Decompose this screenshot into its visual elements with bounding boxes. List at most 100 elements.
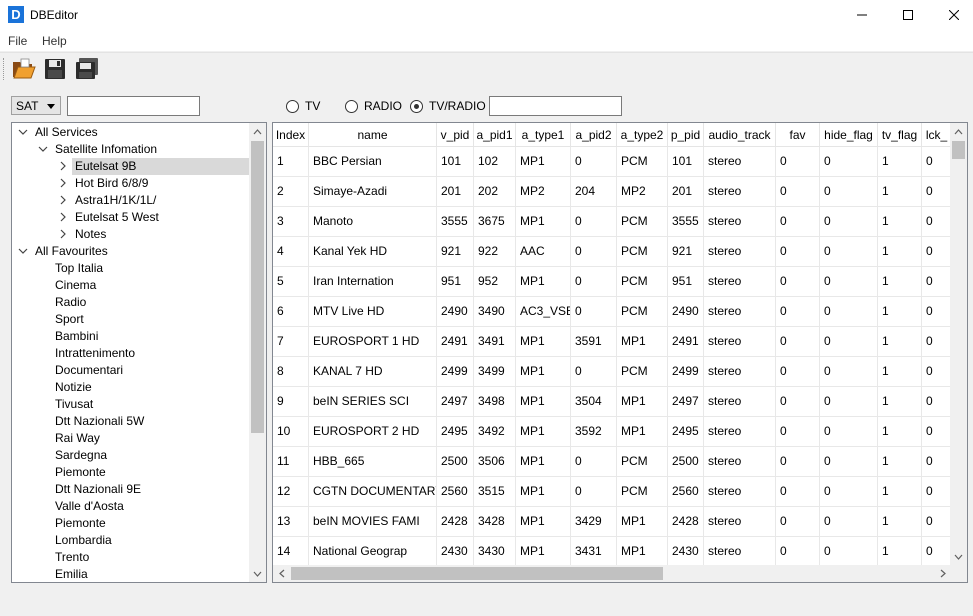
table-cell[interactable]: 0 [820,177,878,207]
table-cell[interactable]: 0 [922,357,952,387]
scroll-left-arrow[interactable] [273,565,290,582]
table-cell[interactable]: 1 [878,207,922,237]
tree-node[interactable]: Trento [12,549,250,566]
table-vscroll-thumb[interactable] [952,141,965,159]
table-cell[interactable]: 13 [273,507,309,537]
radio-tv-radio-circle[interactable] [410,99,423,113]
table-cell[interactable]: 2560 [668,477,704,507]
column-header[interactable]: a_pid1 [474,123,516,147]
table-cell[interactable]: 12 [273,477,309,507]
table-cell[interactable]: 3555 [437,207,474,237]
table-cell[interactable]: 2491 [668,327,704,357]
table-cell[interactable]: 1 [878,297,922,327]
collapse-arrow-icon[interactable] [58,195,68,205]
menu-file[interactable]: File [8,34,27,48]
tree-node[interactable]: Dtt Nazionali 9E [12,481,250,498]
table-cell[interactable]: 0 [776,237,820,267]
tree-node[interactable]: Cinema [12,277,250,294]
tree-node[interactable]: Astra1H/1K/1L/ [12,192,250,209]
table-cell[interactable]: 6 [273,297,309,327]
tree-search-input[interactable] [67,96,200,116]
collapse-arrow-icon[interactable] [58,212,68,222]
table-cell[interactable]: 1 [878,147,922,177]
table-cell[interactable]: MP1 [516,327,571,357]
column-header[interactable]: a_type2 [617,123,668,147]
table-cell[interactable]: stereo [704,147,776,177]
table-cell[interactable]: MP1 [516,447,571,477]
table-cell[interactable]: 1 [878,447,922,477]
table-cell[interactable]: PCM [617,357,668,387]
scroll-down-arrow[interactable] [249,565,266,582]
table-cell[interactable]: PCM [617,297,668,327]
column-header[interactable]: hide_flag [820,123,878,147]
tree-node[interactable]: Notes [12,226,250,243]
table-cell[interactable]: 0 [922,417,952,447]
table-cell[interactable]: 101 [437,147,474,177]
tree-node[interactable]: Documentari [12,362,250,379]
column-header[interactable]: lck_ [922,123,952,147]
table-cell[interactable]: Manoto [309,207,437,237]
table-cell[interactable]: 2428 [668,507,704,537]
table-row[interactable]: 5 Iran Internation 951 952 MP1 0 PCM 951 stereo 0… [273,267,952,297]
tree-node[interactable]: Satellite Infomation [12,141,250,158]
tree-node[interactable]: All Services [12,124,250,141]
table-cell[interactable]: PCM [617,477,668,507]
tree-node[interactable]: Piemonte [12,464,250,481]
collapse-arrow-icon[interactable] [58,229,68,239]
table-cell[interactable]: 2499 [668,357,704,387]
table-cell[interactable]: 3492 [474,417,516,447]
table-cell[interactable]: stereo [704,357,776,387]
table-cell[interactable]: MP1 [617,537,668,567]
table-cell[interactable]: 1 [878,177,922,207]
table-cell[interactable]: 3 [273,207,309,237]
toolbar-grip[interactable] [3,58,6,80]
table-cell[interactable]: 0 [922,387,952,417]
column-header[interactable]: audio_track [704,123,776,147]
table-cell[interactable]: PCM [617,207,668,237]
table-cell[interactable]: 0 [776,267,820,297]
table-cell[interactable]: 9 [273,387,309,417]
table-cell[interactable]: beIN MOVIES FAMI [309,507,437,537]
table-cell[interactable]: 1 [878,267,922,297]
radio-tv[interactable]: TV [286,99,320,113]
table-cell[interactable]: 204 [571,177,617,207]
radio-tv-radio[interactable]: TV/RADIO [410,99,486,113]
table-cell[interactable]: 0 [776,507,820,537]
radio-radio-circle[interactable] [345,99,358,113]
table-cell[interactable]: 0 [922,177,952,207]
scroll-up-arrow[interactable] [950,123,967,140]
table-cell[interactable]: stereo [704,297,776,327]
expand-arrow-icon[interactable] [18,246,28,256]
tree-node[interactable]: Dtt Nazionali 5W [12,413,250,430]
column-header[interactable]: v_pid [437,123,474,147]
table-cell[interactable]: 2490 [437,297,474,327]
table-cell[interactable]: PCM [617,447,668,477]
collapse-arrow-icon[interactable] [58,178,68,188]
tree-vertical-scrollbar[interactable] [249,123,266,582]
table-vertical-scrollbar[interactable] [950,123,967,565]
scroll-up-arrow[interactable] [249,123,266,140]
table-cell[interactable]: 3506 [474,447,516,477]
table-cell[interactable]: 3555 [668,207,704,237]
table-cell[interactable]: stereo [704,447,776,477]
table-cell[interactable]: MP2 [516,177,571,207]
table-cell[interactable]: 2491 [437,327,474,357]
table-cell[interactable]: 0 [922,267,952,297]
table-cell[interactable]: 0 [922,237,952,267]
table-cell[interactable]: PCM [617,237,668,267]
table-cell[interactable]: 0 [571,267,617,297]
channel-table[interactable]: Index name v_pid a_pid1 a_type1 a_pid2 a_type2… [272,122,968,583]
table-cell[interactable]: 0 [922,327,952,357]
table-cell[interactable]: 951 [437,267,474,297]
table-cell[interactable]: 2490 [668,297,704,327]
table-cell[interactable]: 102 [474,147,516,177]
table-cell[interactable]: 952 [474,267,516,297]
table-cell[interactable]: stereo [704,177,776,207]
table-cell[interactable]: 201 [437,177,474,207]
table-cell[interactable]: 3431 [571,537,617,567]
table-cell[interactable]: 0 [571,447,617,477]
table-cell[interactable]: Simaye-Azadi [309,177,437,207]
table-cell[interactable]: 0 [922,507,952,537]
table-cell[interactable]: MP2 [617,177,668,207]
table-cell[interactable]: 2499 [437,357,474,387]
